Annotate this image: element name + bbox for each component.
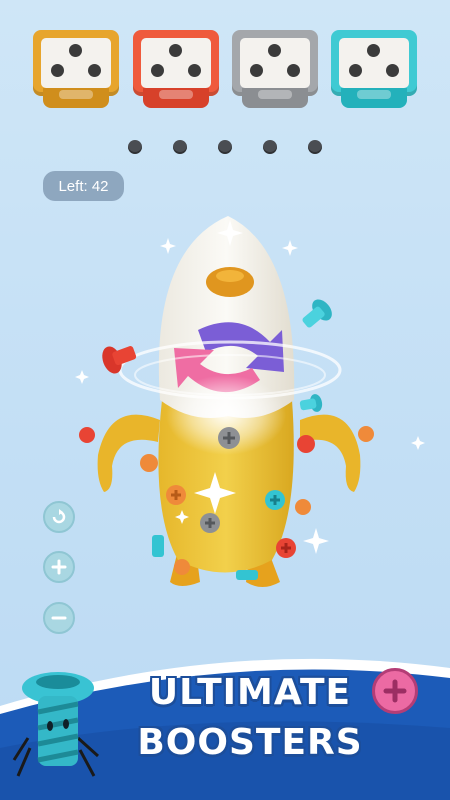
screw-red[interactable]	[297, 435, 315, 453]
bin-hole	[250, 64, 263, 77]
bin-hole	[151, 64, 164, 77]
bin-hole	[367, 44, 380, 57]
bin-gray	[232, 30, 318, 108]
screw-mascot-icon	[12, 672, 100, 777]
empty-slot	[173, 140, 187, 154]
plus-icon	[51, 559, 67, 575]
bin-hole	[386, 64, 399, 77]
loose-screw-red[interactable]	[99, 339, 140, 377]
loose-screw-cyan[interactable]	[297, 296, 335, 334]
screw-cyan[interactable]	[152, 535, 164, 557]
zoom-in-button[interactable]	[43, 551, 75, 583]
bin-hole	[69, 44, 82, 57]
banner-title-line2: BOOSTERS	[137, 722, 363, 763]
bin-hole	[349, 64, 362, 77]
bin-hole	[287, 64, 300, 77]
game-scene[interactable]	[0, 210, 450, 610]
empty-slot	[218, 140, 232, 154]
loose-screw-cyan[interactable]	[299, 393, 324, 415]
empty-slot	[263, 140, 277, 154]
bin-red	[133, 30, 219, 108]
bin-hole	[169, 44, 182, 57]
screw-cyan[interactable]	[236, 570, 258, 580]
screw-orange[interactable]	[140, 454, 158, 472]
bin-hole	[88, 64, 101, 77]
undo-button[interactable]	[43, 501, 75, 533]
screw-orange[interactable]	[295, 499, 311, 515]
screw-red[interactable]	[79, 427, 95, 443]
character-arm-left	[97, 414, 160, 492]
character-arm-right	[300, 414, 361, 492]
minus-icon	[51, 616, 67, 620]
plus-icon	[383, 679, 407, 703]
undo-icon	[52, 509, 66, 524]
duck-beak	[206, 267, 254, 297]
bin-hole	[51, 64, 64, 77]
banner-title-line1: ULTIMATE	[148, 672, 352, 713]
screws-left-counter: Left: 42	[43, 171, 124, 201]
bin-cyan	[331, 30, 417, 108]
bin-hole	[268, 44, 281, 57]
bin-hole	[188, 64, 201, 77]
screw-orange[interactable]	[358, 426, 374, 442]
screw-orange[interactable]	[174, 559, 190, 575]
bin-yellow	[33, 30, 119, 108]
empty-slot	[128, 140, 142, 154]
zoom-out-button[interactable]	[43, 602, 75, 634]
empty-slot	[308, 140, 322, 154]
booster-add-button[interactable]	[372, 668, 418, 714]
